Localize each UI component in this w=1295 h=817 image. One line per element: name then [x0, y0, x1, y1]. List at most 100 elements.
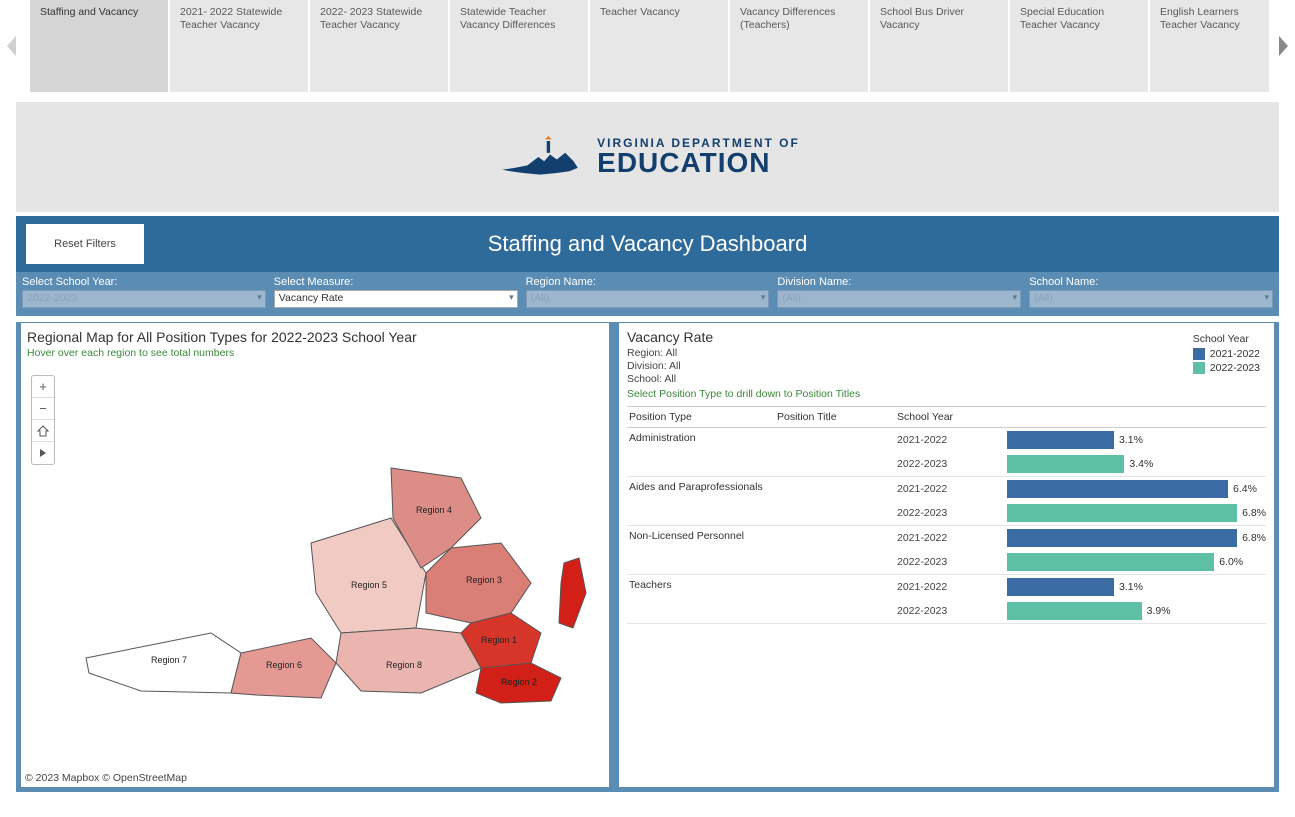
- chart-header-row: Position Type Position Title School Year: [627, 406, 1266, 428]
- bar[interactable]: [1007, 504, 1237, 522]
- map-eastern-shore[interactable]: [559, 558, 586, 628]
- filter-division: Division Name: (All): [777, 276, 1021, 308]
- filter-measure: Select Measure: Vacancy Rate: [274, 276, 518, 308]
- reset-filters-button[interactable]: Reset Filters: [26, 224, 144, 264]
- legend-label: 2021-2022: [1210, 348, 1260, 360]
- bar-row[interactable]: 2022-20236.8%: [897, 501, 1266, 525]
- bar[interactable]: [1007, 529, 1237, 547]
- bar-year-label: 2022-2023: [897, 507, 1007, 519]
- bar-value-label: 6.8%: [1242, 532, 1266, 544]
- tab-7[interactable]: Special Education Teacher Vacancy: [1010, 0, 1150, 92]
- bar-year-label: 2022-2023: [897, 556, 1007, 568]
- map-tools: + −: [31, 375, 55, 465]
- chart-meta-school: School: All: [627, 373, 1266, 386]
- region-label: Region 1: [481, 635, 517, 645]
- region-select[interactable]: (All): [526, 290, 770, 308]
- chart-title: Vacancy Rate: [627, 329, 1266, 345]
- position-type-label: Non-Licensed Personnel: [627, 526, 777, 574]
- map-more-button[interactable]: [32, 442, 54, 464]
- bar-group[interactable]: Teachers2021-20223.1%2022-20233.9%: [627, 575, 1266, 624]
- tab-5[interactable]: Vacancy Differences (Teachers): [730, 0, 870, 92]
- filter-label: Select School Year:: [22, 276, 266, 288]
- filter-label: Region Name:: [526, 276, 770, 288]
- filter-school-year: Select School Year: 2022-2023: [22, 276, 266, 308]
- position-title-cell: [777, 575, 897, 623]
- filter-label: Division Name:: [777, 276, 1021, 288]
- header-position-type: Position Type: [627, 411, 777, 423]
- school-year-select[interactable]: 2022-2023: [22, 290, 266, 308]
- bar-row[interactable]: 2022-20233.9%: [897, 599, 1266, 623]
- tab-6[interactable]: School Bus Driver Vacancy: [870, 0, 1010, 92]
- filter-bar: Select School Year: 2022-2023 Select Mea…: [16, 272, 1279, 316]
- bar-row[interactable]: 2022-20236.0%: [897, 550, 1266, 574]
- bar-group[interactable]: Administration2021-20223.1%2022-20233.4%: [627, 428, 1266, 477]
- zoom-in-button[interactable]: +: [32, 376, 54, 398]
- tab-scroll-left[interactable]: [2, 0, 20, 92]
- bar-value-label: 3.4%: [1129, 458, 1153, 470]
- bar[interactable]: [1007, 431, 1114, 449]
- header-position-title: Position Title: [777, 411, 897, 423]
- legend-item-2022[interactable]: 2022-2023: [1193, 362, 1260, 374]
- zoom-home-button[interactable]: [32, 420, 54, 442]
- chevron-right-icon: [1277, 34, 1291, 58]
- region-label: Region 3: [466, 575, 502, 585]
- bar-value-label: 6.4%: [1233, 483, 1257, 495]
- bar-row[interactable]: 2021-2022 3.1%: [897, 575, 1266, 599]
- header-school-year: School Year: [897, 411, 1007, 423]
- home-icon: [37, 425, 49, 437]
- triangle-right-icon: [38, 448, 48, 458]
- position-title-cell: [777, 428, 897, 476]
- bar-row[interactable]: 2022-20233.4%: [897, 452, 1266, 476]
- bar[interactable]: [1007, 578, 1114, 596]
- zoom-out-button[interactable]: −: [32, 398, 54, 420]
- dashboard-title: Staffing and Vacancy Dashboard: [16, 231, 1279, 257]
- filter-label: School Name:: [1029, 276, 1273, 288]
- bar-group[interactable]: Aides and Paraprofessionals 2021-2022 6.4%…: [627, 477, 1266, 526]
- bar-year-label: 2022-2023: [897, 605, 1007, 617]
- tab-0[interactable]: Staffing and Vacancy: [30, 0, 170, 92]
- lower-content: Regional Map for All Position Types for …: [16, 322, 1279, 792]
- bar-value-label: 3.1%: [1119, 581, 1143, 593]
- division-select[interactable]: (All): [777, 290, 1021, 308]
- school-select[interactable]: (All): [1029, 290, 1273, 308]
- virginia-region-map[interactable]: Region 7 Region 6 Region 5 Region 4 Regi…: [81, 463, 591, 763]
- tab-strip: Staffing and Vacancy2021- 2022 Statewide…: [0, 0, 1295, 92]
- region-label: Region 5: [351, 580, 387, 590]
- legend-swatch: [1193, 362, 1205, 374]
- bar[interactable]: [1007, 602, 1142, 620]
- tab-8[interactable]: English Learners Teacher Vacancy: [1150, 0, 1269, 92]
- tab-scroll-right[interactable]: [1275, 0, 1293, 92]
- bar[interactable]: [1007, 553, 1214, 571]
- state-silhouette-icon: [495, 136, 585, 178]
- bar-row[interactable]: 2021-20226.8%: [897, 526, 1266, 550]
- bar-row[interactable]: 2021-2022 6.4%: [897, 477, 1266, 501]
- chart-meta-region: Region: All: [627, 347, 1266, 360]
- chart-instruction: Select Position Type to drill down to Po…: [627, 388, 1266, 400]
- map-title: Regional Map for All Position Types for …: [27, 329, 605, 345]
- position-title-cell: [777, 477, 897, 525]
- map-subtitle: Hover over each region to see total numb…: [27, 347, 605, 359]
- bar-group[interactable]: Non-Licensed Personnel2021-20226.8%2022-…: [627, 526, 1266, 575]
- map-credit: © 2023 Mapbox © OpenStreetMap: [25, 772, 187, 784]
- region-label: Region 4: [416, 505, 452, 515]
- bar-row[interactable]: 2021-20223.1%: [897, 428, 1266, 452]
- tab-3[interactable]: Statewide Teacher Vacancy Differences: [450, 0, 590, 92]
- tab-2[interactable]: 2022- 2023 Statewide Teacher Vacancy: [310, 0, 450, 92]
- bar[interactable]: [1007, 455, 1124, 473]
- measure-select[interactable]: Vacancy Rate: [274, 290, 518, 308]
- chevron-left-icon: [4, 34, 18, 58]
- position-type-label: Aides and Paraprofessionals: [627, 477, 777, 525]
- chart-meta-division: Division: All: [627, 360, 1266, 373]
- bar-year-label: 2021-2022: [897, 581, 1007, 593]
- filter-region: Region Name: (All): [526, 276, 770, 308]
- tab-4[interactable]: Teacher Vacancy: [590, 0, 730, 92]
- bar-year-label: 2021-2022: [897, 483, 1007, 495]
- title-bar: Reset Filters Staffing and Vacancy Dashb…: [16, 216, 1279, 272]
- legend-item-2021[interactable]: 2021-2022: [1193, 348, 1260, 360]
- map-panel: Regional Map for All Position Types for …: [20, 322, 610, 788]
- chart-legend: School Year 2021-2022 2022-2023: [1193, 333, 1260, 374]
- chart-panel: Vacancy Rate Region: All Division: All S…: [618, 322, 1275, 788]
- bar[interactable]: [1007, 480, 1228, 498]
- tab-1[interactable]: 2021- 2022 Statewide Teacher Vacancy: [170, 0, 310, 92]
- vdoe-logo: VIRGINIA DEPARTMENT OF EDUCATION: [495, 136, 800, 178]
